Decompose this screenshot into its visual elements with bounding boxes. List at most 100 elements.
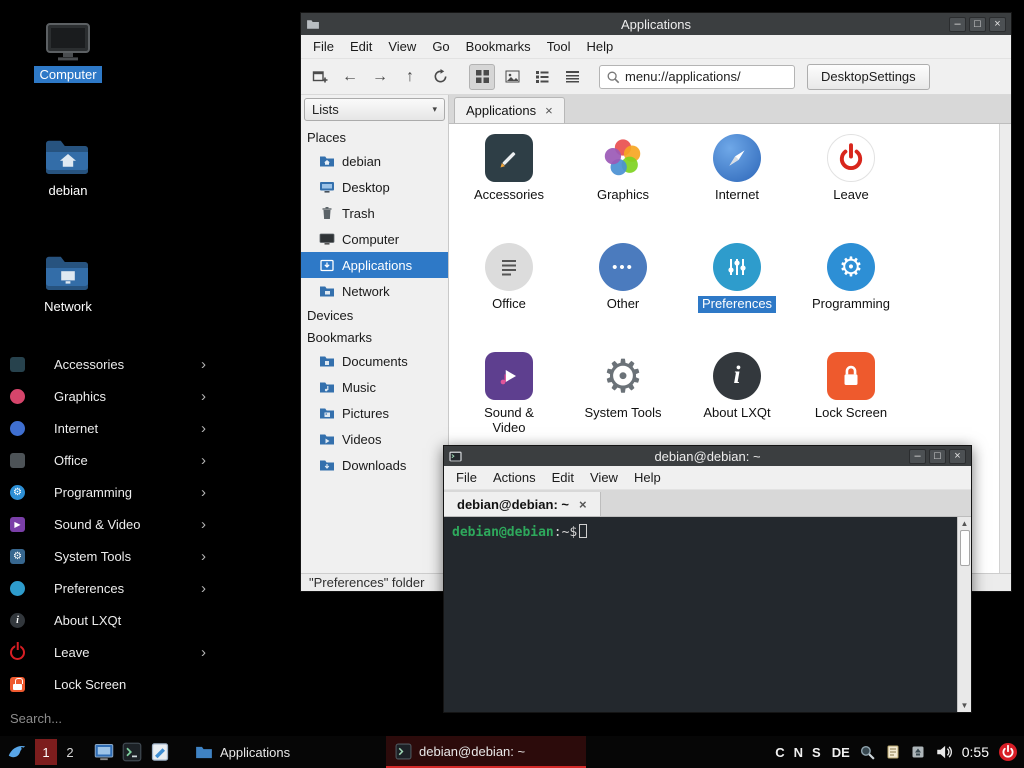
- maximize-button[interactable]: □: [929, 449, 946, 464]
- terminal-output[interactable]: debian@debian:~$: [444, 517, 957, 712]
- menu-item-system-tools[interactable]: System Tools ›: [0, 540, 214, 572]
- tab-applications[interactable]: Applications ×: [454, 97, 565, 123]
- minimize-button[interactable]: –: [909, 449, 926, 464]
- up-button[interactable]: ↑: [397, 64, 423, 90]
- menu-item-leave[interactable]: Leave ›: [0, 636, 214, 668]
- back-button[interactable]: ←: [337, 64, 363, 90]
- menu-edit[interactable]: Edit: [544, 467, 582, 488]
- menu-search-input[interactable]: [10, 711, 170, 726]
- menu-file[interactable]: File: [448, 467, 485, 488]
- app-item-graphics[interactable]: Graphics: [566, 134, 680, 243]
- computer-icon: [45, 22, 91, 62]
- thumbnail-view-button[interactable]: [499, 64, 525, 90]
- menu-actions[interactable]: Actions: [485, 467, 544, 488]
- task-terminal[interactable]: debian@debian: ~: [386, 736, 586, 768]
- new-tab-button[interactable]: [307, 64, 333, 90]
- menu-item-preferences[interactable]: Preferences ›: [0, 572, 214, 604]
- tab-close-icon[interactable]: ×: [579, 497, 587, 512]
- quicklaunch-terminal-button[interactable]: [118, 738, 146, 766]
- sidebar-item-network[interactable]: Network: [301, 278, 448, 304]
- app-item-preferences[interactable]: Preferences: [680, 243, 794, 352]
- task-applications[interactable]: Applications: [186, 736, 386, 768]
- menu-item-lock-screen[interactable]: Lock Screen: [0, 668, 214, 700]
- window-title: debian@debian: ~: [444, 449, 971, 464]
- menu-item-internet[interactable]: Internet ›: [0, 412, 214, 444]
- maximize-button[interactable]: □: [969, 17, 986, 32]
- icon-view-button[interactable]: [469, 64, 495, 90]
- sidebar-item-desktop[interactable]: Desktop: [301, 174, 448, 200]
- power-tray-button[interactable]: [998, 742, 1018, 762]
- menu-item-about-lxqt[interactable]: About LXQt: [0, 604, 214, 636]
- path-bar[interactable]: [599, 65, 795, 89]
- magnifier-tray-button[interactable]: [859, 744, 876, 761]
- menu-item-sound-video[interactable]: Sound & Video ›: [0, 508, 214, 540]
- menu-item-accessories[interactable]: Accessories ›: [0, 348, 214, 380]
- sidebar-item-pictures[interactable]: Pictures: [301, 400, 448, 426]
- removable-media-tray-button[interactable]: [910, 744, 926, 760]
- taskbar: 1 2 Applications debian@debian: ~ C N S …: [0, 736, 1024, 768]
- path-input[interactable]: [625, 69, 788, 84]
- menu-edit[interactable]: Edit: [342, 36, 380, 57]
- workspace-1-button[interactable]: 1: [35, 739, 57, 765]
- menu-view[interactable]: View: [582, 467, 626, 488]
- close-button[interactable]: ×: [949, 449, 966, 464]
- desktop-icon-debian[interactable]: debian: [26, 138, 110, 199]
- menu-help[interactable]: Help: [579, 36, 622, 57]
- menu-tool[interactable]: Tool: [539, 36, 579, 57]
- sidebar-item-debian[interactable]: debian: [301, 148, 448, 174]
- terminal-titlebar[interactable]: debian@debian: ~ – □ ×: [444, 446, 971, 466]
- terminal-scrollbar[interactable]: ▲ ▼: [957, 517, 971, 712]
- menu-item-programming[interactable]: Programming ›: [0, 476, 214, 508]
- app-item-accessories[interactable]: Accessories: [452, 134, 566, 243]
- menu-item-graphics[interactable]: Graphics ›: [0, 380, 214, 412]
- sidebar-item-label: Trash: [342, 206, 375, 221]
- forward-button[interactable]: →: [367, 64, 393, 90]
- terminal-tab[interactable]: debian@debian: ~ ×: [444, 492, 601, 516]
- quicklaunch-file-manager-button[interactable]: [90, 738, 118, 766]
- app-item-office[interactable]: Office: [452, 243, 566, 352]
- clock[interactable]: 0:55: [962, 744, 989, 760]
- app-menu-button[interactable]: [0, 736, 34, 768]
- sidebar-item-downloads[interactable]: Downloads: [301, 452, 448, 478]
- minimize-button[interactable]: –: [949, 17, 966, 32]
- sidebar-item-trash[interactable]: Trash: [301, 200, 448, 226]
- app-item-leave[interactable]: Leave: [794, 134, 908, 243]
- menu-help[interactable]: Help: [626, 467, 669, 488]
- volume-tray-button[interactable]: [935, 743, 953, 761]
- scrollbar-thumb[interactable]: [960, 530, 970, 566]
- keyboard-indicator-num[interactable]: N: [794, 745, 803, 760]
- compact-view-button[interactable]: [529, 64, 555, 90]
- app-item-programming[interactable]: Programming: [794, 243, 908, 352]
- menu-file[interactable]: File: [305, 36, 342, 57]
- keyboard-layout-indicator[interactable]: DE: [832, 745, 850, 760]
- sidebar-item-documents[interactable]: Documents: [301, 348, 448, 374]
- menu-view[interactable]: View: [380, 36, 424, 57]
- workspace-2-button[interactable]: 2: [59, 739, 81, 765]
- desktop-icon-computer[interactable]: Computer: [26, 22, 110, 83]
- sidebar-item-videos[interactable]: Videos: [301, 426, 448, 452]
- keyboard-indicator-scroll[interactable]: S: [812, 745, 821, 760]
- sidebar-item-computer[interactable]: Computer: [301, 226, 448, 252]
- fm-titlebar[interactable]: Applications – □ ×: [301, 13, 1011, 35]
- sidebar-item-music[interactable]: Music: [301, 374, 448, 400]
- refresh-button[interactable]: [427, 64, 453, 90]
- app-item-other[interactable]: Other: [566, 243, 680, 352]
- quicklaunch-text-editor-button[interactable]: [146, 738, 174, 766]
- tab-close-icon[interactable]: ×: [545, 103, 553, 118]
- desktop-settings-button[interactable]: DesktopSettings: [807, 64, 930, 90]
- menu-go[interactable]: Go: [424, 36, 457, 57]
- app-item-internet[interactable]: Internet: [680, 134, 794, 243]
- menu-item-office[interactable]: Office ›: [0, 444, 214, 476]
- desktop-icon-network[interactable]: Network: [26, 254, 110, 315]
- menu-bookmarks[interactable]: Bookmarks: [458, 36, 539, 57]
- detailed-view-button[interactable]: [559, 64, 585, 90]
- fm-scrollbar[interactable]: [999, 124, 1011, 573]
- keyboard-indicator-caps[interactable]: C: [775, 745, 784, 760]
- close-button[interactable]: ×: [989, 17, 1006, 32]
- graphics-icon: [599, 134, 647, 182]
- scroll-down-icon[interactable]: ▼: [961, 700, 969, 711]
- clipboard-tray-button[interactable]: [885, 744, 901, 760]
- scroll-up-icon[interactable]: ▲: [961, 518, 969, 529]
- sidebar-item-applications[interactable]: Applications: [301, 252, 448, 278]
- sidebar-mode-select[interactable]: Lists ▾: [304, 98, 445, 121]
